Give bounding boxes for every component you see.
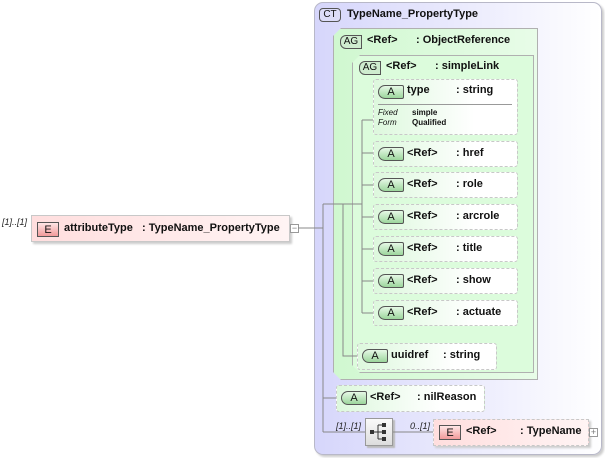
ct-badge: CT [319,8,341,22]
attribute-role[interactable]: A <Ref> : role [373,172,518,198]
ag-type: : simpleLink [435,60,500,72]
attribute-type[interactable]: A type : string Fixed simple Form Qualif… [373,79,518,135]
attribute-badge: A [378,210,404,224]
attribute-type-value: : role [456,178,483,190]
fixed-value: simple [412,108,438,117]
ag-ref: <Ref> [367,34,398,46]
attribute-badge: A [378,147,404,161]
attribute-badge: A [362,349,388,363]
collapse-button[interactable]: − [290,224,299,233]
attribute-type-value: : nilReason [417,391,477,403]
sequence-icon[interactable] [365,418,393,446]
element-badge: E [439,425,461,440]
element-attributeType[interactable]: E attributeType : TypeName_PropertyType [31,215,290,242]
attribute-nil-reason[interactable]: A <Ref> : nilReason [336,385,485,412]
attribute-name: type [407,84,430,96]
divider [378,104,512,105]
element-type: : TypeName_PropertyType [142,222,280,234]
expand-button[interactable]: + [589,428,598,437]
attribute-name: <Ref> [370,391,401,403]
fixed-label: Fixed [378,108,398,117]
attribute-type-value: : actuate [456,306,502,318]
attribute-name: <Ref> [407,242,438,254]
form-label: Form [378,118,397,127]
form-value: Qualified [412,118,447,127]
ag-ref: <Ref> [386,60,417,72]
attribute-badge: A [378,242,404,256]
attribute-type-value: : arcrole [456,210,500,222]
attribute-type-value: : show [456,274,491,286]
element-type-name[interactable]: E <Ref> : TypeName [433,419,589,446]
element-type: : TypeName [520,425,582,437]
attribute-uuidref[interactable]: A uuidref : string [357,343,497,370]
ag-badge: AG [340,35,362,49]
attribute-type-value: : string [443,349,481,361]
attribute-type-value: : title [456,242,483,254]
attribute-badge: A [378,274,404,288]
attribute-href[interactable]: A <Ref> : href [373,141,518,167]
attribute-badge: A [341,391,367,405]
attribute-show[interactable]: A <Ref> : show [373,268,518,294]
attribute-badge: A [378,178,404,192]
attribute-title[interactable]: A <Ref> : title [373,236,518,262]
root-occurrence: [1]..[1] [2,217,28,227]
attribute-type-value: : href [456,147,484,159]
ag-badge: AG [359,61,381,75]
attribute-type-value: : string [456,84,494,96]
ag-type: : ObjectReference [416,34,511,46]
type-name-occurrence: 0..[1] [410,421,431,431]
element-name: <Ref> [466,425,497,437]
sequence-occurrence: [1]..[1] [336,421,362,431]
attribute-actuate[interactable]: A <Ref> : actuate [373,300,518,326]
attribute-name: <Ref> [407,178,438,190]
attribute-badge: A [378,85,404,99]
attribute-name: <Ref> [407,306,438,318]
complex-type-name: TypeName_PropertyType [347,8,479,20]
element-badge: E [37,222,59,237]
attribute-name: uuidref [391,349,429,361]
attribute-name: <Ref> [407,274,438,286]
attribute-name: <Ref> [407,210,438,222]
element-name: attributeType [64,222,133,234]
attribute-arcrole[interactable]: A <Ref> : arcrole [373,204,518,230]
attribute-name: <Ref> [407,147,438,159]
attribute-badge: A [378,306,404,320]
